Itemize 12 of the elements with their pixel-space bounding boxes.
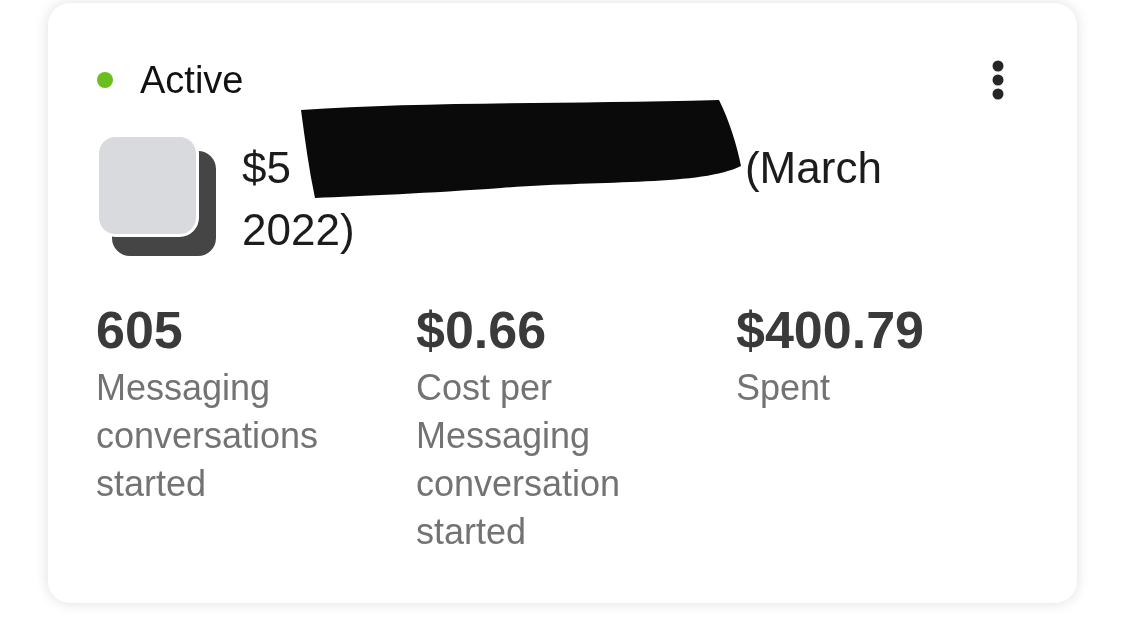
metric-value: $0.66 — [416, 302, 547, 358]
thumbnail-stack-icon — [96, 134, 218, 256]
vertical-dots-icon — [992, 60, 1004, 100]
metric-label: Cost per Messaging conversation started — [416, 366, 622, 554]
metric-label: Messaging conversations started — [96, 366, 320, 506]
metric-label: Spent — [736, 366, 831, 410]
metric-value: 605 — [96, 302, 183, 358]
campaign-title: $5 — [242, 142, 291, 194]
metric-value: $400.79 — [736, 302, 924, 358]
campaign-title: 2022) — [242, 204, 355, 256]
campaign-title: (March — [744, 142, 882, 194]
status-label: Active — [140, 60, 244, 100]
